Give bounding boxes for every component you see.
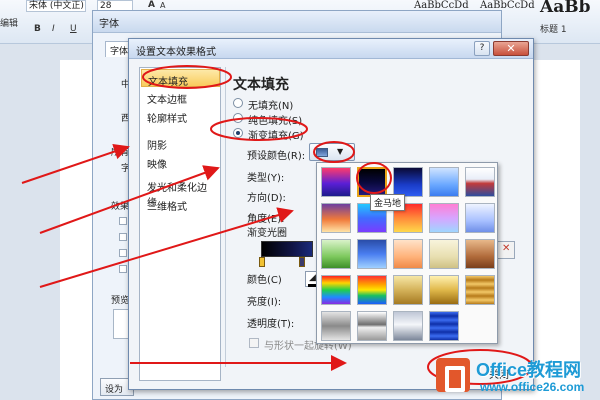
preset-swatch-icon	[316, 148, 328, 157]
effects-dialog-title: 设置文本效果格式	[136, 47, 216, 58]
effect-checkbox[interactable]	[119, 233, 127, 241]
close-window-button[interactable]: ✕	[493, 41, 529, 56]
radio-circle[interactable]	[233, 98, 243, 108]
gradient-swatch[interactable]	[321, 275, 351, 305]
font-dialog-label: 所有	[111, 148, 130, 158]
gradient-swatch[interactable]	[429, 239, 459, 269]
rotate-with-shape-checkbox[interactable]	[249, 338, 259, 348]
preset-colors-dropdown[interactable]: ▼	[309, 143, 355, 161]
nav-item-text-fill[interactable]: 文本填充	[141, 69, 220, 88]
section-title: 文本填充	[233, 77, 289, 93]
nav-item-label: 文本填充	[148, 77, 188, 88]
gradient-stops-label: 渐变光圈	[247, 228, 287, 239]
gradient-swatch[interactable]	[357, 167, 387, 197]
radio-label: 渐变填充(G)	[248, 131, 304, 142]
nav-item-shadow[interactable]: 阴影	[141, 134, 220, 152]
gradient-swatch[interactable]	[393, 275, 423, 305]
swatch-tooltip: 金马地	[370, 194, 406, 211]
font-dialog-label: 预览	[111, 296, 130, 306]
italic-button[interactable]: I	[52, 24, 55, 34]
gradient-stops-bar[interactable]	[261, 241, 313, 257]
font-dialog-label: 效果	[111, 202, 130, 212]
underline-button[interactable]: U	[70, 24, 77, 34]
gradient-swatch[interactable]	[429, 275, 459, 305]
office-logo-icon	[436, 358, 470, 392]
gradient-swatch[interactable]	[465, 167, 495, 197]
paint-bucket-icon: ◢	[309, 273, 316, 283]
gradient-swatch[interactable]	[465, 203, 495, 233]
effect-checkbox[interactable]	[119, 249, 127, 257]
preset-colors-label: 预设颜色(R):	[247, 151, 306, 162]
angle-label: 角度(E):	[247, 214, 285, 225]
gradient-stop-handle[interactable]	[259, 257, 265, 267]
nav-item-reflection[interactable]: 映像	[141, 153, 220, 171]
remove-icon: ✕	[502, 243, 511, 254]
gradient-swatch[interactable]	[321, 203, 351, 233]
nav-item-label: 三维格式	[147, 202, 187, 213]
effect-checkbox[interactable]	[119, 265, 127, 273]
nav-item-3d-format[interactable]: 三维格式	[141, 195, 220, 213]
nav-item-label: 映像	[147, 160, 167, 171]
edit-label: 编辑	[0, 19, 19, 29]
gradient-swatch[interactable]	[357, 239, 387, 269]
direction-label: 方向(D):	[247, 193, 286, 204]
nav-item-outline-style[interactable]: 轮廓样式	[141, 107, 220, 125]
gradient-swatch[interactable]	[429, 203, 459, 233]
nav-item-label: 文本边框	[147, 95, 187, 106]
gradient-swatch[interactable]	[393, 311, 423, 341]
nav-item-label: 阴影	[147, 141, 167, 152]
bold-button[interactable]: B	[34, 24, 41, 34]
gradient-stop-handle[interactable]	[299, 257, 305, 267]
gradient-swatch[interactable]	[321, 239, 351, 269]
watermark: Office教程网 www.office26.com	[432, 354, 598, 398]
set-default-label: 设为	[105, 385, 124, 395]
dropdown-arrow-icon: ▼	[337, 147, 344, 156]
style-heading1[interactable]: AaBb 标题 1	[536, 0, 600, 40]
gradient-swatch[interactable]	[393, 167, 423, 197]
gradient-swatch[interactable]	[321, 311, 351, 341]
gradient-swatch[interactable]	[321, 167, 351, 197]
brightness-label: 亮度(I):	[247, 297, 282, 308]
gradient-swatch[interactable]	[357, 311, 387, 341]
font-name-value: 宋体 (中文正)	[29, 1, 84, 11]
font-tab-label: 字体	[110, 47, 129, 57]
gradient-swatch[interactable]	[465, 275, 495, 305]
radio-label: 无填充(N)	[248, 101, 294, 112]
color-label: 颜色(C)	[247, 275, 282, 286]
watermark-url: www.office26.com	[480, 380, 585, 394]
font-name-box[interactable]: 宋体 (中文正)	[26, 0, 86, 12]
remove-stop-button[interactable]: ✕	[497, 241, 515, 259]
font-dialog-titlebar: 字体	[93, 11, 501, 33]
gradient-swatch[interactable]	[357, 275, 387, 305]
transparency-label: 透明度(T):	[247, 319, 295, 330]
effect-checkbox[interactable]	[119, 217, 127, 225]
gradient-swatch[interactable]	[429, 167, 459, 197]
style-preview: AaBb	[540, 0, 591, 17]
gradient-swatch[interactable]	[465, 239, 495, 269]
type-label: 类型(Y):	[247, 173, 285, 184]
grow-font-button[interactable]: A	[148, 0, 155, 10]
shrink-font-button[interactable]: A	[160, 1, 165, 10]
style-name: 标题 1	[540, 25, 567, 35]
preset-gradient-palette	[316, 162, 498, 344]
nav-item-glow-soft-edges[interactable]: 发光和柔化边缘	[141, 176, 220, 209]
font-dialog-title: 字体	[99, 19, 119, 30]
watermark-title: Office教程网	[476, 360, 582, 380]
nav-item-label: 轮廓样式	[147, 114, 187, 125]
panel-divider	[225, 67, 226, 367]
gradient-swatch[interactable]	[393, 239, 423, 269]
radio-circle-checked[interactable]	[233, 128, 243, 138]
help-button[interactable]: ?	[474, 41, 490, 56]
effects-nav-list: 文本填充 文本边框 轮廓样式 阴影 映像 发光和柔化边缘 三维格式	[139, 67, 221, 381]
radio-circle[interactable]	[233, 113, 243, 123]
radio-label: 纯色填充(S)	[248, 116, 303, 127]
gradient-swatch[interactable]	[429, 311, 459, 341]
nav-item-text-outline[interactable]: 文本边框	[141, 88, 220, 106]
